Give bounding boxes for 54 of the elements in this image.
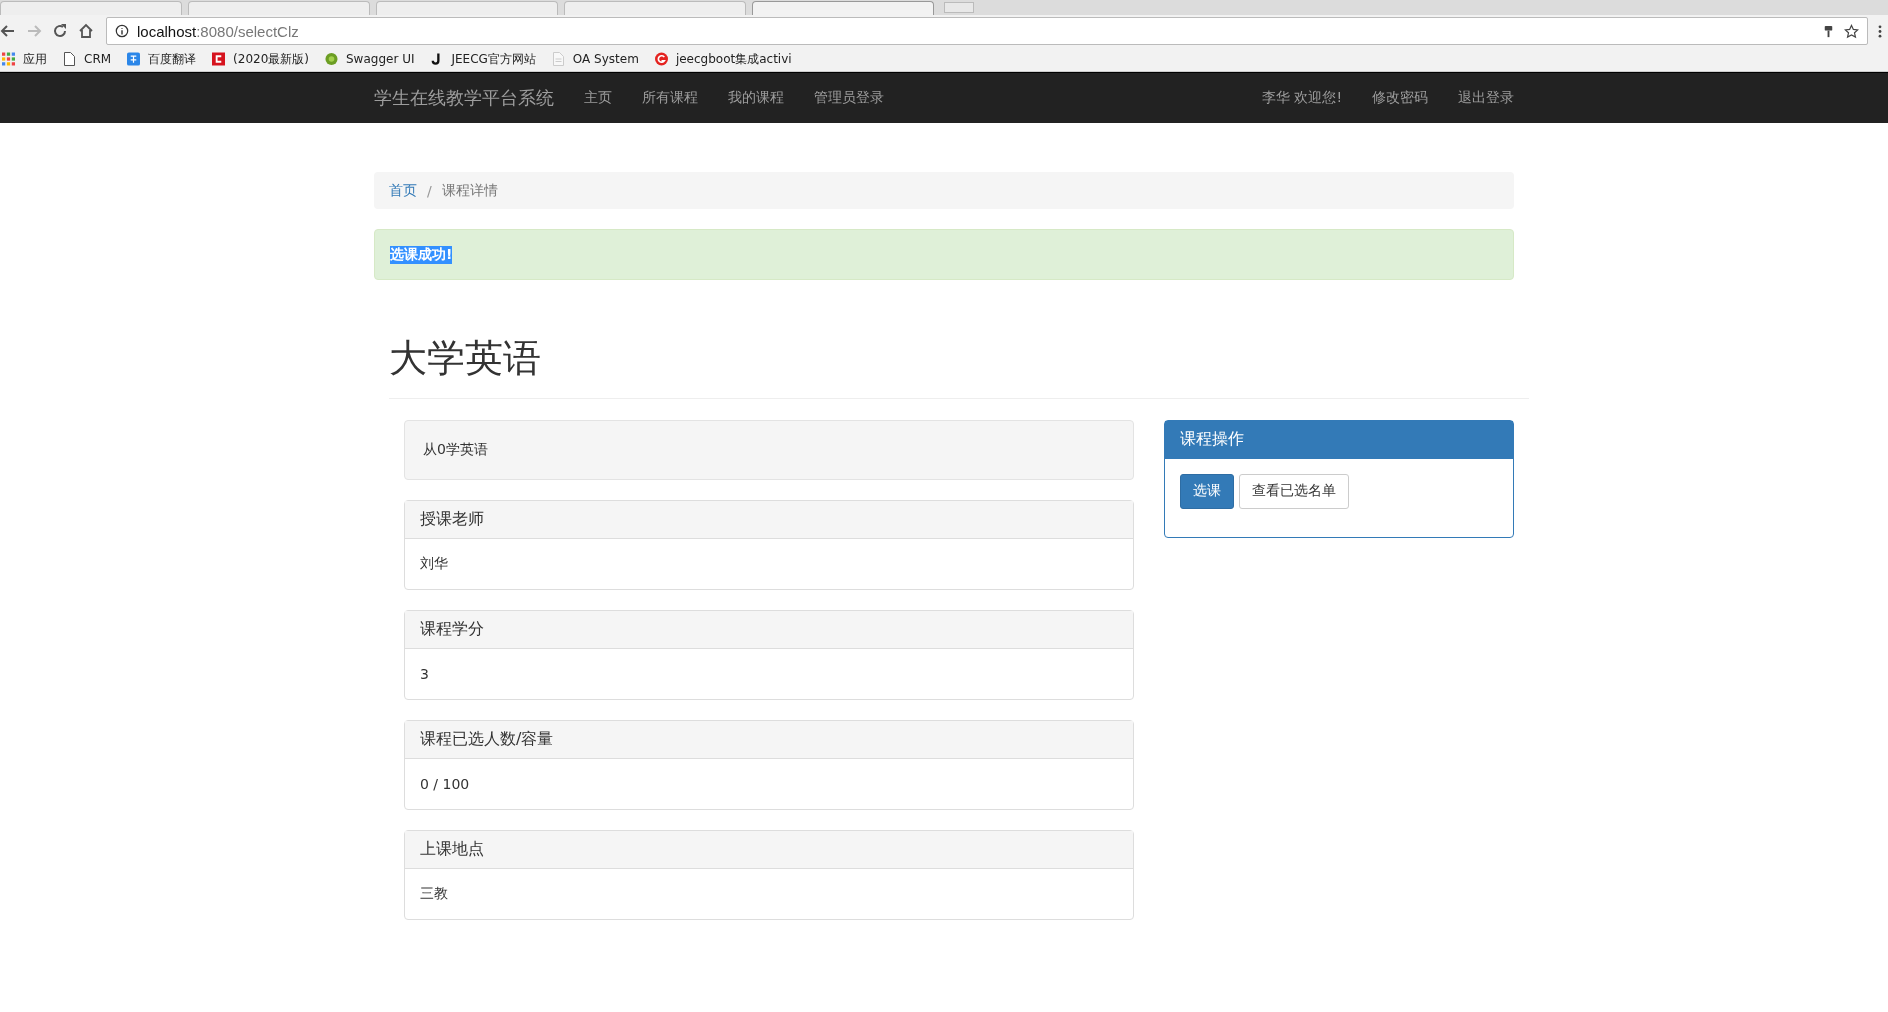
grid-icon <box>2 52 15 66</box>
breadcrumb-separator: / <box>426 182 433 199</box>
bookmark[interactable]: jeecgboot集成activi <box>654 50 792 68</box>
site-brand[interactable]: 学生在线教学平台系统 <box>374 86 554 110</box>
forward-icon[interactable] <box>26 23 42 39</box>
bookmark[interactable]: 百度翻译 <box>127 50 197 68</box>
panel-heading: 上课地点 <box>405 830 1133 869</box>
translate-icon <box>127 52 141 66</box>
browser-tab[interactable] <box>188 1 370 15</box>
address-bar[interactable]: localhost:8080/selectClz <box>106 17 1868 45</box>
bookmark[interactable]: JEECG官方网站 <box>430 50 536 68</box>
panel-heading: 授课老师 <box>405 500 1133 539</box>
breadcrumb-link[interactable]: 首页 <box>389 181 417 200</box>
panel-heading: 课程学分 <box>405 610 1133 649</box>
bookmark[interactable]: CRM <box>63 52 112 66</box>
document-icon <box>551 52 565 66</box>
nav-link[interactable]: 管理员登录 <box>814 89 884 107</box>
page-icon <box>63 52 76 66</box>
nav-link[interactable]: 李华 欢迎您! <box>1261 89 1342 107</box>
browser-tab[interactable] <box>564 1 746 15</box>
nav-link[interactable]: 我的课程 <box>728 89 784 107</box>
browser-tab[interactable] <box>752 1 934 15</box>
panel-value: 刘华 <box>419 553 449 573</box>
logo-icon <box>212 52 226 66</box>
bookmark[interactable]: Swagger UI <box>325 52 415 66</box>
bookmark[interactable]: OA System <box>551 52 639 66</box>
nav-link[interactable]: 主页 <box>584 89 612 107</box>
view-list-button[interactable]: 查看已选名单 <box>1239 473 1349 509</box>
nav-link[interactable]: 修改密码 <box>1372 89 1428 107</box>
info-icon <box>115 24 129 38</box>
course-title: 大学英语 <box>389 336 542 382</box>
bookmark[interactable]: (2020最新版) <box>212 50 309 68</box>
breadcrumb-current: 课程详情 <box>441 181 498 200</box>
nav-link[interactable]: 退出登录 <box>1458 89 1514 107</box>
browser-tab[interactable] <box>376 1 558 15</box>
circle-logo-icon <box>325 52 338 66</box>
panel-value: 三教 <box>419 883 449 903</box>
menu-icon[interactable] <box>1878 23 1882 39</box>
new-tab-button[interactable] <box>944 2 974 13</box>
back-icon[interactable] <box>0 23 16 39</box>
panel-heading: 课程操作 <box>1165 420 1513 459</box>
select-course-button[interactable]: 选课 <box>1180 473 1234 509</box>
course-description: 从0学英语 <box>423 440 488 459</box>
nav-link[interactable]: 所有课程 <box>642 89 698 107</box>
panel-value: 0 / 100 <box>419 774 471 794</box>
panel-heading: 课程已选人数/容量 <box>405 720 1133 759</box>
alert-message: 选课成功! <box>390 245 453 264</box>
star-icon[interactable] <box>1844 23 1859 39</box>
bookmark[interactable]: 应用 <box>2 50 47 68</box>
logo-icon <box>654 52 668 66</box>
browser-tab[interactable] <box>0 1 182 15</box>
reload-icon[interactable] <box>52 23 68 39</box>
home-icon[interactable] <box>78 23 94 39</box>
panel-value: 3 <box>419 664 430 684</box>
